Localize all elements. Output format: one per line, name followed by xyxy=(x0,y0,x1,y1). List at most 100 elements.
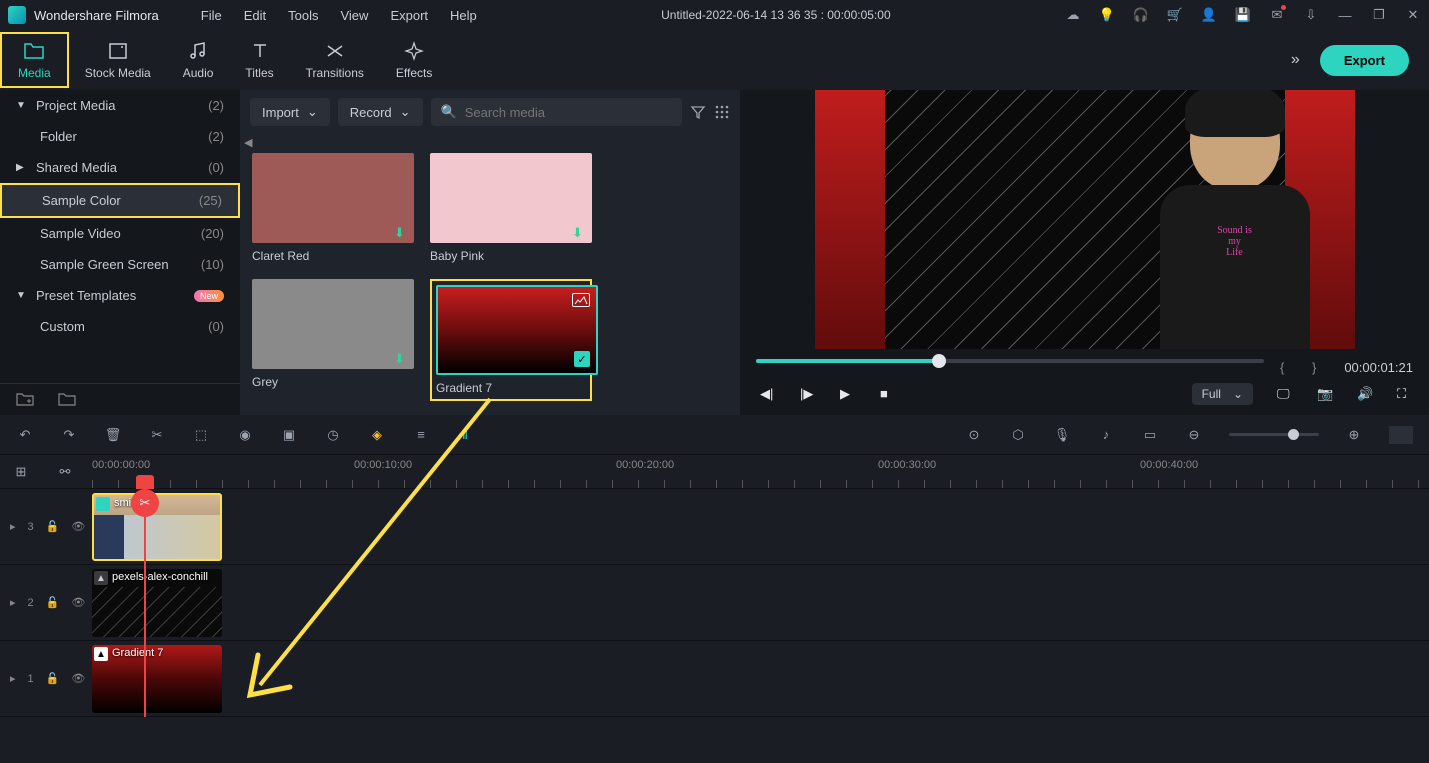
duration-icon[interactable]: ◷ xyxy=(324,426,342,444)
export-button[interactable]: Export xyxy=(1320,45,1409,76)
tab-audio[interactable]: Audio xyxy=(167,34,230,86)
voiceover-icon[interactable]: 🎙 xyxy=(1053,426,1071,444)
cut-icon[interactable]: ✂ xyxy=(148,426,166,444)
monitor-icon[interactable]: 🖵 xyxy=(1277,386,1293,402)
menu-view[interactable]: View xyxy=(330,4,378,27)
image-badge-icon: ▲ xyxy=(94,571,108,585)
add-track-icon[interactable]: ⊞ xyxy=(12,463,30,481)
fullscreen-icon[interactable]: ⛶ xyxy=(1397,386,1413,402)
sidebar-item-count: (0) xyxy=(208,319,224,334)
lock-icon[interactable]: 🔓 xyxy=(46,596,60,609)
sidebar-item-sample-color[interactable]: Sample Color (25) xyxy=(0,183,240,218)
redo-icon[interactable]: ↷ xyxy=(60,426,78,444)
user-icon[interactable]: 👤 xyxy=(1201,7,1217,23)
link-icon[interactable]: ⚯ xyxy=(56,463,74,481)
stop-icon[interactable]: ■ xyxy=(880,386,896,402)
preview-canvas[interactable]: Sound ismyLife xyxy=(740,90,1429,349)
menu-file[interactable]: File xyxy=(191,4,232,27)
sidebar-item-custom[interactable]: Custom (0) xyxy=(0,311,240,342)
sidebar-item-folder[interactable]: Folder (2) xyxy=(0,121,240,152)
eye-icon[interactable]: 👁 xyxy=(71,520,85,533)
tab-titles[interactable]: Titles xyxy=(229,34,289,86)
volume-icon[interactable]: 🔊 xyxy=(1357,386,1373,402)
expand-tabs-icon[interactable]: » xyxy=(1271,51,1320,69)
sidebar-item-sample-video[interactable]: Sample Video (20) xyxy=(0,218,240,249)
download-icon[interactable]: ⇩ xyxy=(1303,7,1319,23)
zoom-out-icon[interactable]: ⊖ xyxy=(1185,426,1203,444)
search-box[interactable]: 🔍 xyxy=(431,98,682,126)
import-dropdown[interactable]: Import ⌄ xyxy=(250,98,330,126)
menu-tools[interactable]: Tools xyxy=(278,4,328,27)
track-3: ▸ 3 🔓 👁 smile2 xyxy=(0,489,1429,565)
track-number: 2 xyxy=(28,597,34,609)
tab-media[interactable]: Media xyxy=(0,32,69,88)
lightbulb-icon[interactable]: 💡 xyxy=(1099,7,1115,23)
new-folder-icon[interactable] xyxy=(16,392,34,407)
lock-icon[interactable]: 🔓 xyxy=(46,520,60,533)
headset-icon[interactable]: 🎧 xyxy=(1133,7,1149,23)
freeze-icon[interactable]: ▣ xyxy=(280,426,298,444)
play-icon[interactable]: ▶ xyxy=(840,386,856,402)
snapshot-icon[interactable]: 📷 xyxy=(1317,386,1333,402)
preview-scrubber[interactable] xyxy=(756,359,1264,363)
undo-icon[interactable]: ↶ xyxy=(16,426,34,444)
thumb-baby-pink[interactable]: ⬇ Baby Pink xyxy=(430,153,592,263)
clip-gradient-7[interactable]: ▲ Gradient 7 xyxy=(92,645,222,713)
scissors-icon[interactable]: ✂ xyxy=(131,489,159,517)
quality-dropdown[interactable]: Full ⌄ xyxy=(1192,383,1253,405)
thumb-grey[interactable]: ⬇ Grey xyxy=(252,279,414,401)
record-dropdown[interactable]: Record ⌄ xyxy=(338,98,423,126)
eye-icon[interactable]: 👁 xyxy=(71,672,85,685)
fit-icon[interactable] xyxy=(1389,426,1413,444)
mixer-icon[interactable]: ♪ xyxy=(1097,426,1115,444)
tab-label: Media xyxy=(18,66,51,80)
tab-stock-media[interactable]: Stock Media xyxy=(69,34,167,86)
mail-icon[interactable]: ✉ xyxy=(1269,7,1285,23)
lock-icon[interactable]: 🔓 xyxy=(46,672,60,685)
sidebar-item-count: (25) xyxy=(199,193,222,208)
snap-icon[interactable]: ▭ xyxy=(1141,426,1159,444)
sidebar-item-project-media[interactable]: ▼ Project Media (2) xyxy=(0,90,240,121)
speed-icon[interactable]: ◉ xyxy=(236,426,254,444)
sidebar-item-preset-templates[interactable]: ▼ Preset Templates New xyxy=(0,280,240,311)
crop-icon[interactable]: ⬚ xyxy=(192,426,210,444)
save-icon[interactable]: 💾 xyxy=(1235,7,1251,23)
zoom-slider[interactable] xyxy=(1229,433,1319,436)
folder-icon xyxy=(23,40,45,62)
audio-wave-icon[interactable]: ⦀ xyxy=(456,426,474,444)
marker-icon[interactable]: ⬡ xyxy=(1009,426,1027,444)
menu-edit[interactable]: Edit xyxy=(234,4,276,27)
sidebar-item-shared-media[interactable]: ▶ Shared Media (0) xyxy=(0,152,240,183)
eye-icon[interactable]: 👁 xyxy=(71,596,85,609)
menu-help[interactable]: Help xyxy=(440,4,487,27)
folder-icon[interactable] xyxy=(58,392,76,407)
sidebar-item-sample-green-screen[interactable]: Sample Green Screen (10) xyxy=(0,249,240,280)
tab-transitions[interactable]: Transitions xyxy=(290,34,380,86)
cart-icon[interactable]: 🛒 xyxy=(1167,7,1183,23)
filter-icon[interactable] xyxy=(690,104,706,120)
scroll-left-icon[interactable]: ◀ xyxy=(244,137,252,149)
keyframe-icon[interactable]: ◈ xyxy=(368,426,386,444)
transition-icon xyxy=(324,40,346,62)
adjust-icon[interactable]: ≡ xyxy=(412,426,430,444)
grid-icon[interactable] xyxy=(714,104,730,120)
close-icon[interactable]: ✕ xyxy=(1405,7,1421,23)
thumb-claret-red[interactable]: ⬇ Claret Red xyxy=(252,153,414,263)
clip-pexels[interactable]: ▲ pexels-alex-conchill xyxy=(92,569,222,637)
zoom-in-icon[interactable]: ⊕ xyxy=(1345,426,1363,444)
minimize-icon[interactable]: — xyxy=(1337,7,1353,23)
playhead[interactable]: ✂ xyxy=(144,489,146,717)
track-video-icon: ▸ xyxy=(10,520,16,533)
clip-label: pexels-alex-conchill xyxy=(112,571,208,583)
tab-effects[interactable]: Effects xyxy=(380,34,448,86)
timeline-ruler[interactable]: 00:00:00:00 00:00:10:00 00:00:20:00 00:0… xyxy=(92,455,1429,488)
search-input[interactable] xyxy=(465,105,672,120)
delete-icon[interactable]: 🗑 xyxy=(104,426,122,444)
step-forward-icon[interactable]: |▶ xyxy=(800,386,816,402)
cloud-icon[interactable]: ☁ xyxy=(1065,7,1081,23)
thumb-gradient-7[interactable]: ✓ Gradient 7 xyxy=(430,279,592,401)
step-back-icon[interactable]: ◀| xyxy=(760,386,776,402)
render-icon[interactable]: ⊙ xyxy=(965,426,983,444)
menu-export[interactable]: Export xyxy=(380,4,438,27)
maximize-icon[interactable]: ❐ xyxy=(1371,7,1387,23)
